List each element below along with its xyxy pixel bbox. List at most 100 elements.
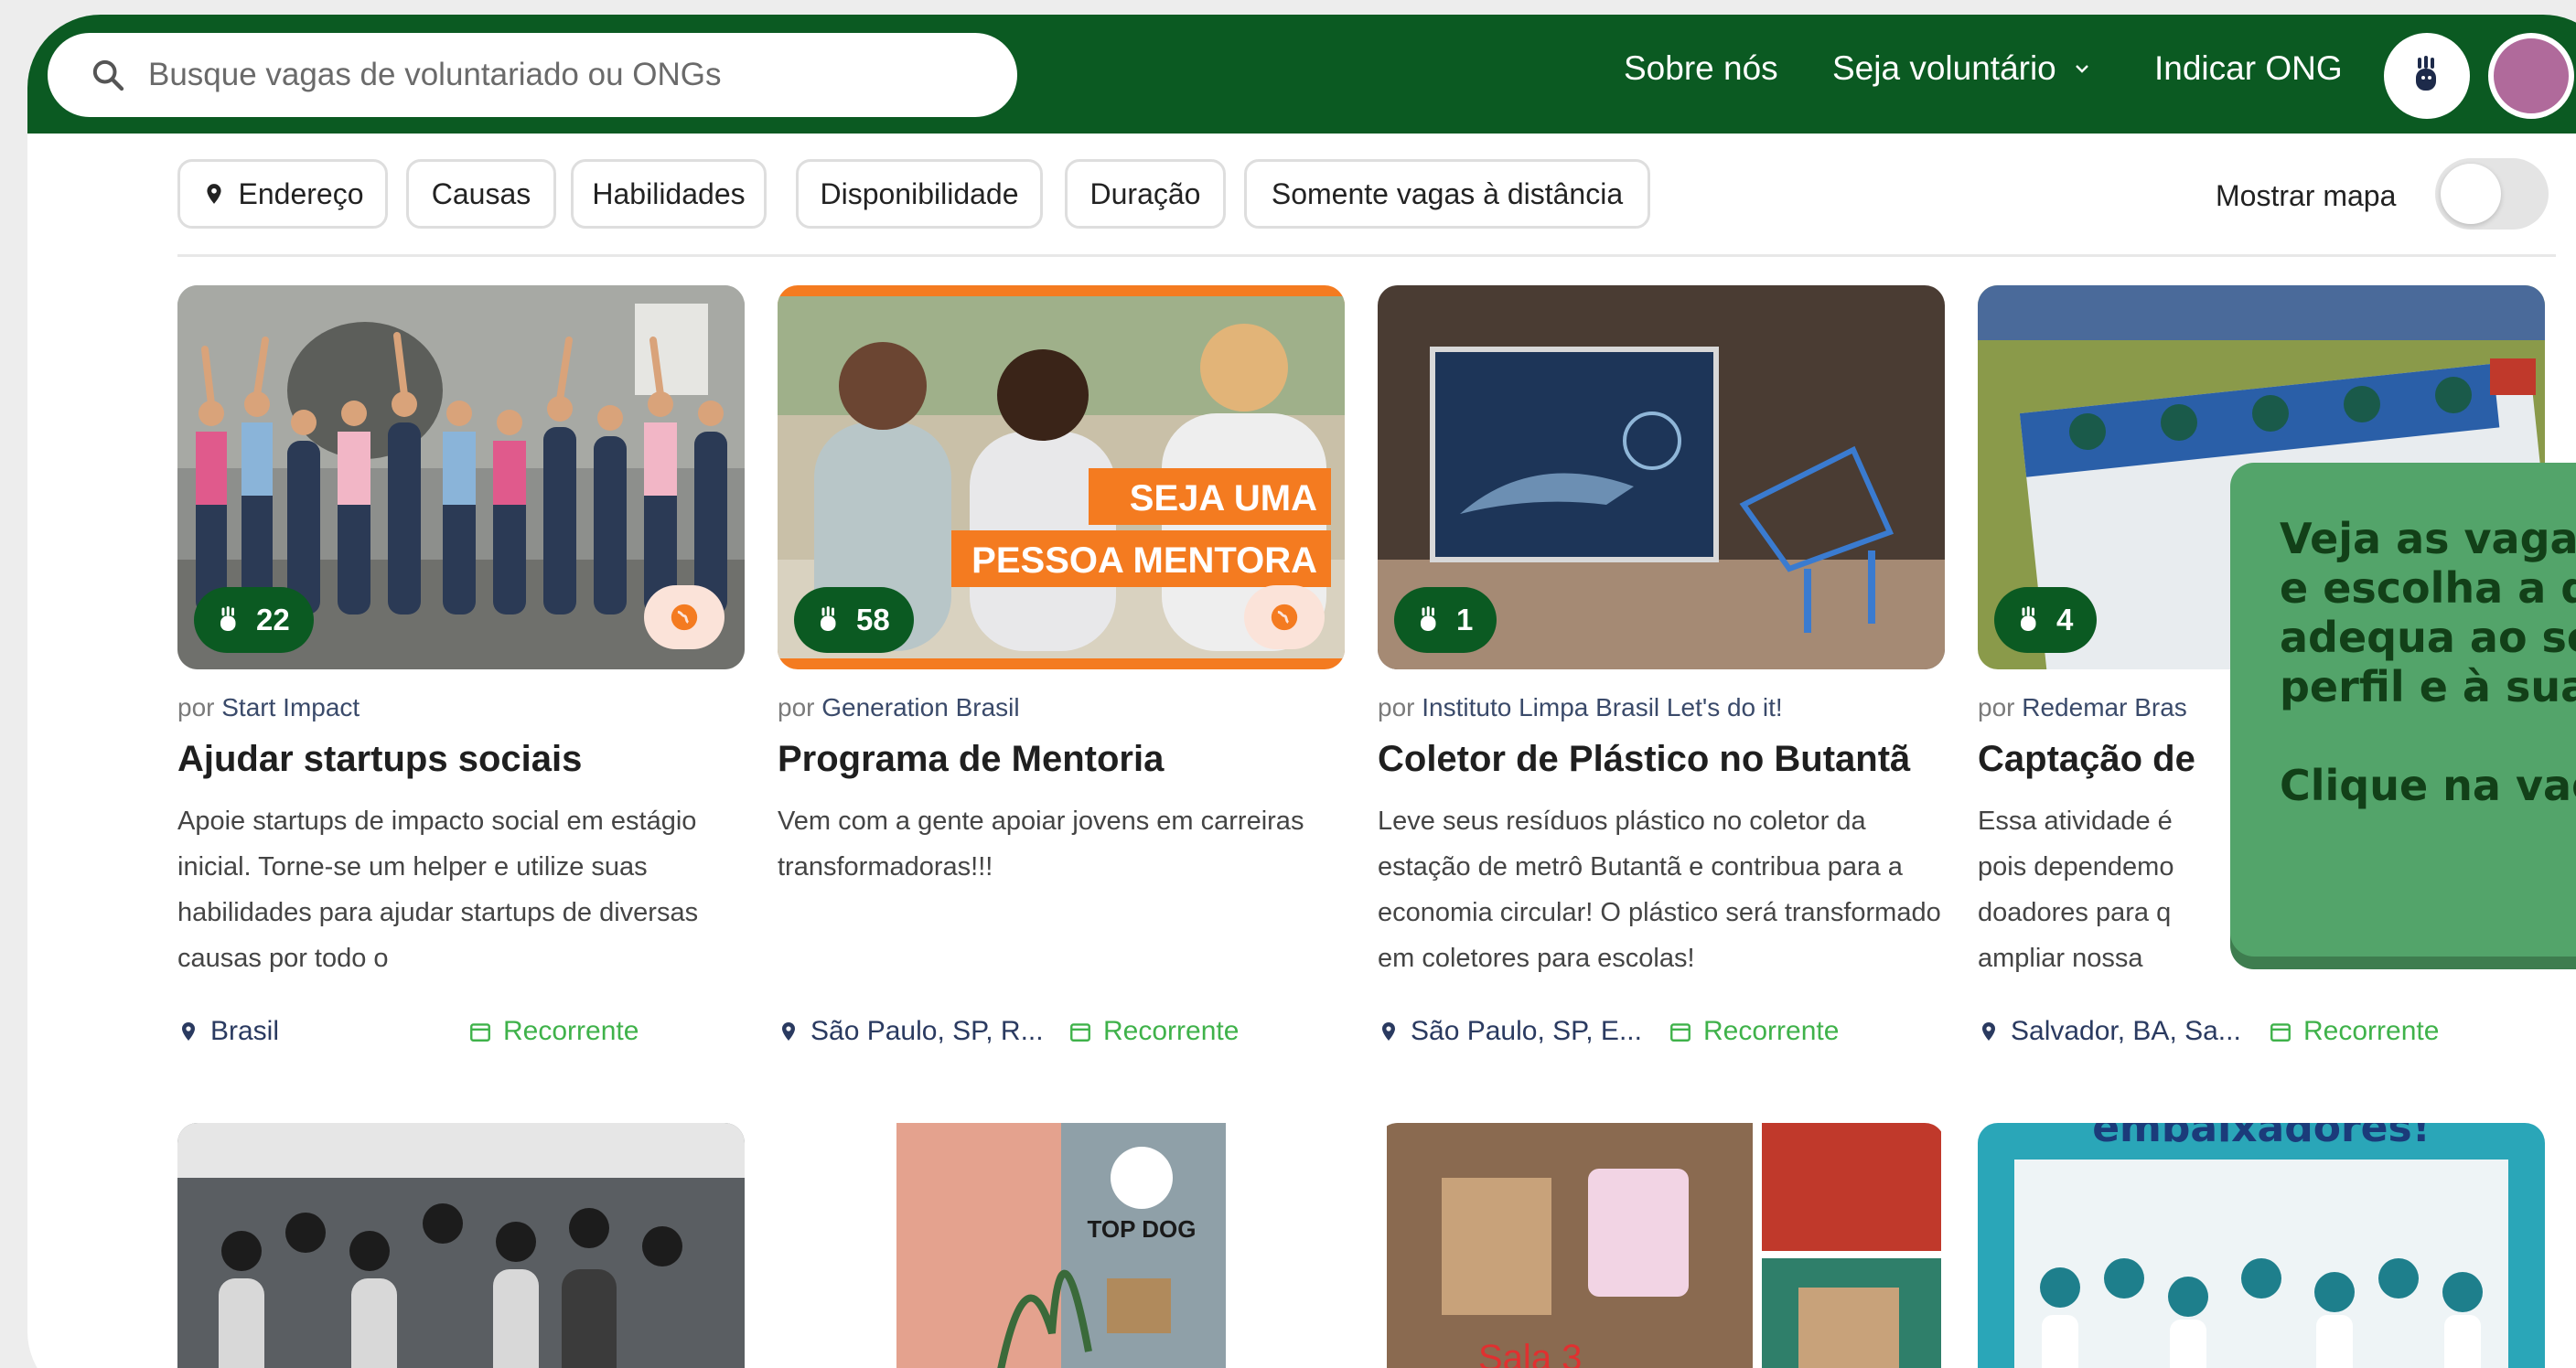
globe-icon (1271, 604, 1298, 631)
filters-divider (177, 254, 2556, 257)
card-frequency: Recorrente (468, 1016, 639, 1047)
filter-availability-chip[interactable]: Disponibilidade (796, 159, 1043, 229)
waving-hand-icon (821, 606, 836, 631)
filter-causes-label: Causas (431, 176, 531, 210)
filter-causes-chip[interactable]: Causas (406, 159, 556, 229)
filter-skills-label: Habilidades (592, 176, 746, 210)
user-avatar[interactable] (2488, 33, 2574, 119)
callout-line5: Clique na vag (2280, 761, 2576, 810)
card-location: Brasil (177, 1016, 468, 1047)
org-name-link[interactable]: Redemar Bras (2022, 693, 2187, 721)
volunteer-count: 22 (256, 603, 290, 636)
card-frequency: Recorrente (1068, 1016, 1239, 1047)
frequency-text: Recorrente (1103, 1016, 1240, 1046)
location-pin-icon (182, 1022, 195, 1041)
volunteer-count: 1 (1456, 603, 1474, 636)
location-text: Salvador, BA, Sa... (2011, 1016, 2241, 1046)
banner-text: embaixadores! (2092, 1123, 2431, 1151)
opportunity-card[interactable]: SEJA UMA PESSOA MENTORA 58 por Generatio… (778, 285, 1345, 1047)
classroom-sign: Sala 3 (1478, 1338, 1582, 1368)
search-input[interactable] (148, 57, 971, 93)
search-icon (92, 59, 124, 91)
opportunity-card-preview[interactable] (177, 1123, 745, 1368)
location-pin-icon (1982, 1022, 1995, 1041)
nav-about-label: Sobre nós (1624, 49, 1778, 87)
frequency-text: Recorrente (2303, 1016, 2440, 1046)
filter-skills-chip[interactable]: Habilidades (571, 159, 767, 229)
frequency-text: Recorrente (503, 1016, 639, 1046)
by-prefix: por (1378, 693, 1415, 721)
waving-hand-icon (2021, 606, 2036, 631)
card-description: Vem com a gente apoiar jovens em carreir… (778, 807, 1304, 882)
calendar-icon (1070, 1023, 1090, 1042)
card-title[interactable]: Coletor de Plástico no Butantã (1378, 739, 1945, 780)
tutorial-callout[interactable]: Veja as vagas e escolha a q adequa ao se… (2230, 463, 2576, 957)
opportunity-card[interactable]: 1 por Instituto Limpa Brasil Let's do it… (1378, 285, 1945, 1047)
volunteer-count-badge: 58 (794, 587, 914, 653)
calendar-icon (1670, 1023, 1690, 1042)
opportunity-card[interactable]: 22 por Start Impact Ajudar startups soci… (177, 285, 745, 1047)
remote-badge (644, 585, 724, 649)
org-name-link[interactable]: Generation Brasil (821, 693, 1019, 721)
nav-about-link[interactable]: Sobre nós (1624, 49, 1778, 88)
nav-refer-link[interactable]: Indicar ONG (2154, 49, 2343, 88)
location-pin-icon (782, 1022, 795, 1041)
opportunity-card-preview[interactable]: embaixadores! (1978, 1123, 2545, 1368)
callout-line1: Veja as vagas (2280, 514, 2576, 563)
show-map-toggle[interactable] (2435, 158, 2549, 230)
opportunity-card-preview[interactable]: Sala 3 (1378, 1123, 1945, 1368)
org-name-link[interactable]: Start Impact (221, 693, 360, 721)
card-meta: Salvador, BA, Sa... Recorrente (1978, 1016, 2545, 1047)
card-image: TOP DOG (778, 1123, 1345, 1368)
filter-remote-only-label: Somente vagas à distância (1271, 176, 1624, 210)
brand-logo-button[interactable] (2384, 33, 2470, 119)
card-title[interactable]: Ajudar startups sociais (177, 739, 745, 780)
chevron-down-icon (2075, 65, 2088, 73)
top-dog-sign: TOP DOG (1088, 1215, 1197, 1243)
frequency-text: Recorrente (1703, 1016, 1840, 1046)
location-text: Brasil (210, 1016, 280, 1046)
card-image: SEJA UMA PESSOA MENTORA 58 (778, 285, 1345, 669)
filter-remote-only-chip[interactable]: Somente vagas à distância (1244, 159, 1650, 229)
card-description: Leve seus resíduos plástico no coletor d… (1378, 807, 1941, 973)
card-title[interactable]: Programa de Mentoria (778, 739, 1345, 780)
callout-line2: e escolha a q (2280, 563, 2576, 613)
by-prefix: por (778, 693, 815, 721)
toggle-knob (2441, 164, 2501, 224)
volunteer-count-badge: 22 (194, 587, 314, 653)
card-org-line: por Instituto Limpa Brasil Let's do it! (1378, 693, 1945, 722)
card-frequency: Recorrente (2269, 1016, 2439, 1047)
globe-icon (671, 604, 698, 631)
search-bar[interactable] (48, 33, 1017, 117)
card-description: Essa atividade é pois dependemo doadores… (1978, 807, 2174, 973)
top-bar: Sobre nós Seja voluntário Indicar ONG (27, 15, 2576, 134)
card-image: embaixadores! (1978, 1123, 2545, 1368)
card-image: 1 (1378, 285, 1945, 669)
card-image: Sala 3 (1378, 1123, 1945, 1368)
card-image (177, 1123, 745, 1368)
card-meta: São Paulo, SP, R... Recorrente (778, 1016, 1345, 1047)
nav-volunteer-menu[interactable]: Seja voluntário (1832, 49, 2093, 88)
nav-volunteer-label: Seja voluntário (1832, 49, 2056, 87)
remote-badge (1244, 585, 1325, 649)
calendar-icon (470, 1023, 490, 1042)
filter-duration-chip[interactable]: Duração (1065, 159, 1226, 229)
filter-address-label: Endereço (238, 176, 364, 210)
location-pin-icon (206, 184, 221, 204)
opportunity-card-preview[interactable]: TOP DOG (778, 1123, 1345, 1368)
volunteer-count: 4 (2056, 603, 2074, 636)
filter-availability-label: Disponibilidade (820, 176, 1019, 210)
org-name-link[interactable]: Instituto Limpa Brasil Let's do it! (1422, 693, 1782, 721)
card-org-line: por Start Impact (177, 693, 745, 722)
waving-hand-icon (2416, 56, 2436, 91)
waving-hand-icon (1421, 606, 1436, 631)
card-frequency: Recorrente (1669, 1016, 1839, 1047)
volunteer-count-badge: 1 (1394, 587, 1497, 653)
card-location: São Paulo, SP, E... (1378, 1016, 1669, 1047)
waving-hand-icon (220, 606, 236, 631)
card-location: São Paulo, SP, R... (778, 1016, 1068, 1047)
location-text: São Paulo, SP, R... (810, 1016, 1044, 1046)
filter-address-chip[interactable]: Endereço (177, 159, 388, 229)
image-banner-line1: SEJA UMA (1130, 478, 1317, 518)
app-window: Sobre nós Seja voluntário Indicar ONG En… (27, 15, 2576, 1368)
